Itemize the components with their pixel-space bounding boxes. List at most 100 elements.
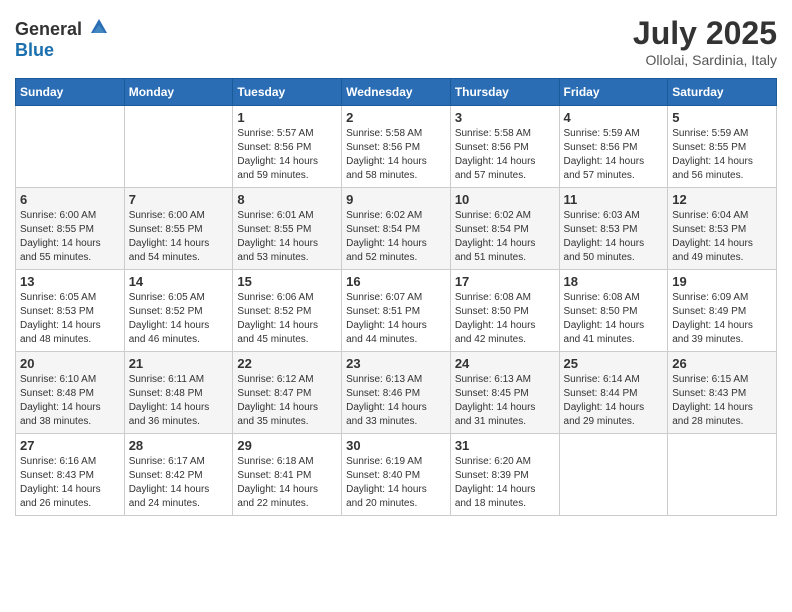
sunrise-text: Sunrise: 5:58 AM	[455, 127, 555, 141]
sunrise-text: Sunrise: 5:57 AM	[237, 127, 337, 141]
sunset-text: Sunset: 8:51 PM	[346, 305, 446, 319]
day-number: 23	[346, 356, 446, 371]
day-number: 30	[346, 438, 446, 453]
sunrise-text: Sunrise: 5:59 AM	[672, 127, 772, 141]
day-info: Sunrise: 6:02 AMSunset: 8:54 PMDaylight:…	[346, 209, 446, 265]
sunset-text: Sunset: 8:56 PM	[564, 141, 664, 155]
day-cell: 4Sunrise: 5:59 AMSunset: 8:56 PMDaylight…	[559, 106, 668, 188]
page-header: General Blue July 2025 Ollolai, Sardinia…	[15, 15, 777, 68]
col-header-friday: Friday	[559, 79, 668, 106]
sunrise-text: Sunrise: 6:05 AM	[129, 291, 229, 305]
sunrise-text: Sunrise: 6:13 AM	[455, 373, 555, 387]
day-cell: 25Sunrise: 6:14 AMSunset: 8:44 PMDayligh…	[559, 352, 668, 434]
sunset-text: Sunset: 8:52 PM	[129, 305, 229, 319]
sunset-text: Sunset: 8:43 PM	[20, 469, 120, 483]
day-cell: 5Sunrise: 5:59 AMSunset: 8:55 PMDaylight…	[668, 106, 777, 188]
week-row-1: 1Sunrise: 5:57 AMSunset: 8:56 PMDaylight…	[16, 106, 777, 188]
daylight-text: Daylight: 14 hours and 24 minutes.	[129, 483, 229, 511]
sunrise-text: Sunrise: 6:02 AM	[455, 209, 555, 223]
day-info: Sunrise: 6:11 AMSunset: 8:48 PMDaylight:…	[129, 373, 229, 429]
day-info: Sunrise: 6:10 AMSunset: 8:48 PMDaylight:…	[20, 373, 120, 429]
sunrise-text: Sunrise: 6:20 AM	[455, 455, 555, 469]
day-number: 15	[237, 274, 337, 289]
day-info: Sunrise: 6:09 AMSunset: 8:49 PMDaylight:…	[672, 291, 772, 347]
day-info: Sunrise: 6:18 AMSunset: 8:41 PMDaylight:…	[237, 455, 337, 511]
day-number: 16	[346, 274, 446, 289]
sunset-text: Sunset: 8:55 PM	[129, 223, 229, 237]
day-number: 4	[564, 110, 664, 125]
sunrise-text: Sunrise: 6:19 AM	[346, 455, 446, 469]
day-number: 28	[129, 438, 229, 453]
col-header-wednesday: Wednesday	[342, 79, 451, 106]
day-number: 3	[455, 110, 555, 125]
sunset-text: Sunset: 8:56 PM	[237, 141, 337, 155]
day-number: 29	[237, 438, 337, 453]
sunrise-text: Sunrise: 6:15 AM	[672, 373, 772, 387]
logo-text: General Blue	[15, 15, 109, 61]
day-info: Sunrise: 6:05 AMSunset: 8:53 PMDaylight:…	[20, 291, 120, 347]
daylight-text: Daylight: 14 hours and 51 minutes.	[455, 237, 555, 265]
daylight-text: Daylight: 14 hours and 28 minutes.	[672, 401, 772, 429]
day-cell: 8Sunrise: 6:01 AMSunset: 8:55 PMDaylight…	[233, 188, 342, 270]
week-row-4: 20Sunrise: 6:10 AMSunset: 8:48 PMDayligh…	[16, 352, 777, 434]
day-info: Sunrise: 6:03 AMSunset: 8:53 PMDaylight:…	[564, 209, 664, 265]
sunrise-text: Sunrise: 6:03 AM	[564, 209, 664, 223]
day-cell: 7 Sunrise: 6:00 AMSunset: 8:55 PMDaylight…	[124, 188, 233, 270]
daylight-text: Daylight: 14 hours and 39 minutes.	[672, 319, 772, 347]
day-cell: 3Sunrise: 5:58 AMSunset: 8:56 PMDaylight…	[450, 106, 559, 188]
day-cell: 30 Sunrise: 6:19 AMSunset: 8:40 PMDayligh…	[342, 434, 451, 516]
day-number: 31	[455, 438, 555, 453]
daylight-text: Daylight: 14 hours and 20 minutes.	[346, 483, 446, 511]
sunrise-text: Sunrise: 6:00 AM	[129, 209, 229, 223]
day-cell: 10 Sunrise: 6:02 AMSunset: 8:54 PMDayligh…	[450, 188, 559, 270]
title-area: July 2025 Ollolai, Sardinia, Italy	[633, 15, 777, 68]
day-cell: 27Sunrise: 6:16 AMSunset: 8:43 PMDayligh…	[16, 434, 125, 516]
daylight-text: Daylight: 14 hours and 46 minutes.	[129, 319, 229, 347]
sunset-text: Sunset: 8:48 PM	[20, 387, 120, 401]
calendar-table: SundayMondayTuesdayWednesdayThursdayFrid…	[15, 78, 777, 516]
daylight-text: Daylight: 14 hours and 56 minutes.	[672, 155, 772, 183]
sunrise-text: Sunrise: 6:10 AM	[20, 373, 120, 387]
day-info: Sunrise: 6:00 AMSunset: 8:55 PMDaylight:…	[129, 209, 229, 265]
day-info: Sunrise: 6:08 AMSunset: 8:50 PMDaylight:…	[455, 291, 555, 347]
sunrise-text: Sunrise: 6:05 AM	[20, 291, 120, 305]
day-cell: 2Sunrise: 5:58 AMSunset: 8:56 PMDaylight…	[342, 106, 451, 188]
day-number: 26	[672, 356, 772, 371]
day-number: 10	[455, 192, 555, 207]
sunset-text: Sunset: 8:55 PM	[237, 223, 337, 237]
day-number: 24	[455, 356, 555, 371]
day-number: 20	[20, 356, 120, 371]
sunset-text: Sunset: 8:53 PM	[20, 305, 120, 319]
day-cell: 1Sunrise: 5:57 AMSunset: 8:56 PMDaylight…	[233, 106, 342, 188]
sunrise-text: Sunrise: 6:00 AM	[20, 209, 120, 223]
sunset-text: Sunset: 8:54 PM	[346, 223, 446, 237]
sunset-text: Sunset: 8:44 PM	[564, 387, 664, 401]
day-number: 7	[129, 192, 229, 207]
logo-blue: Blue	[15, 40, 54, 60]
daylight-text: Daylight: 14 hours and 57 minutes.	[455, 155, 555, 183]
day-number: 12	[672, 192, 772, 207]
day-cell	[668, 434, 777, 516]
day-info: Sunrise: 6:19 AMSunset: 8:40 PMDaylight:…	[346, 455, 446, 511]
col-header-tuesday: Tuesday	[233, 79, 342, 106]
day-info: Sunrise: 6:14 AMSunset: 8:44 PMDaylight:…	[564, 373, 664, 429]
day-info: Sunrise: 6:00 AMSunset: 8:55 PMDaylight:…	[20, 209, 120, 265]
sunrise-text: Sunrise: 6:12 AM	[237, 373, 337, 387]
sunset-text: Sunset: 8:55 PM	[20, 223, 120, 237]
sunrise-text: Sunrise: 6:04 AM	[672, 209, 772, 223]
day-info: Sunrise: 6:04 AMSunset: 8:53 PMDaylight:…	[672, 209, 772, 265]
logo-icon	[89, 15, 109, 35]
day-info: Sunrise: 6:02 AMSunset: 8:54 PMDaylight:…	[455, 209, 555, 265]
day-info: Sunrise: 6:13 AMSunset: 8:46 PMDaylight:…	[346, 373, 446, 429]
day-info: Sunrise: 6:07 AMSunset: 8:51 PMDaylight:…	[346, 291, 446, 347]
daylight-text: Daylight: 14 hours and 36 minutes.	[129, 401, 229, 429]
day-number: 8	[237, 192, 337, 207]
day-number: 22	[237, 356, 337, 371]
day-number: 27	[20, 438, 120, 453]
day-info: Sunrise: 6:13 AMSunset: 8:45 PMDaylight:…	[455, 373, 555, 429]
sunset-text: Sunset: 8:47 PM	[237, 387, 337, 401]
day-info: Sunrise: 5:59 AMSunset: 8:55 PMDaylight:…	[672, 127, 772, 183]
day-info: Sunrise: 6:17 AMSunset: 8:42 PMDaylight:…	[129, 455, 229, 511]
day-number: 13	[20, 274, 120, 289]
day-cell: 20 Sunrise: 6:10 AMSunset: 8:48 PMDayligh…	[16, 352, 125, 434]
